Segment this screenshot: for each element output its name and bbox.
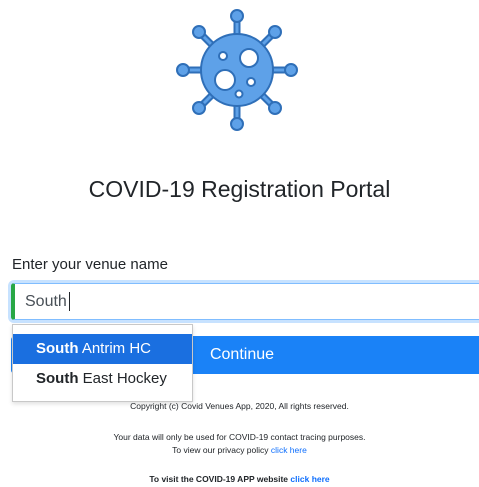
visit-line: To visit the COVID-19 APP website click … [0,474,479,484]
visit-prefix: To visit the COVID-19 APP website [149,474,289,484]
option-rest: Antrim HC [78,340,152,357]
data-use-text: Your data will only be used for COVID-19… [113,432,366,442]
autocomplete-option[interactable]: South East Hockey [13,364,192,394]
autocomplete-dropdown: South Antrim HC South East Hockey [12,324,193,402]
venue-label: Enter your venue name [12,256,168,273]
privacy-link[interactable]: click here [271,445,307,455]
option-match: South [36,340,79,357]
privacy-line: To view our privacy policy click here [0,445,479,455]
option-rest: East Hockey [78,370,167,387]
copyright-text: Copyright (c) Covid Venues App, 2020, Al… [130,401,349,411]
option-match: South [36,370,79,387]
venue-name-input[interactable] [11,283,479,320]
visit-website-link[interactable]: click here [290,474,329,484]
virus-logo-icon [176,9,298,131]
page-title: COVID-19 Registration Portal [88,176,391,202]
autocomplete-option[interactable]: South Antrim HC [13,334,192,364]
privacy-prefix: To view our privacy policy [172,445,269,455]
text-caret [69,292,70,311]
